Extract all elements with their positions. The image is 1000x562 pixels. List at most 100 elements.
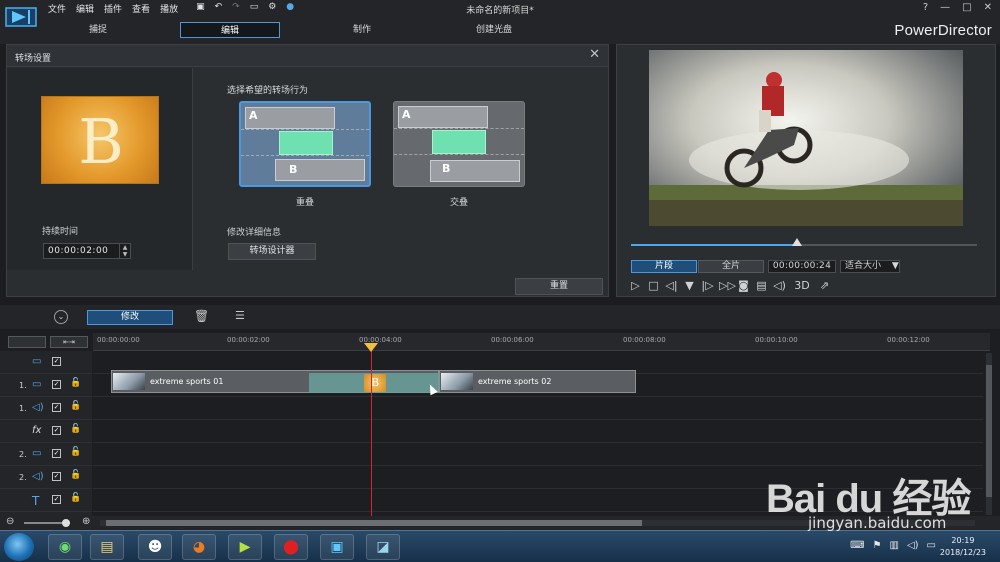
aspect-ratio-icon[interactable]: ▭ <box>250 2 259 16</box>
track-lane[interactable] <box>93 397 983 420</box>
overlap-option-label: 重叠 <box>295 198 314 208</box>
next-frame-icon[interactable]: |▷ <box>701 279 714 292</box>
tab-create-disc[interactable]: 创建光盘 <box>444 22 544 38</box>
divider <box>241 155 369 156</box>
zoom-in-icon[interactable]: ⊕ <box>82 516 90 527</box>
clip-mode-button[interactable]: 片段 <box>631 260 697 273</box>
playhead[interactable] <box>371 345 372 517</box>
track-enable-checkbox[interactable]: ✓ <box>52 426 61 435</box>
zoom-slider-knob[interactable] <box>62 519 70 527</box>
powerdirector-logo <box>5 7 37 27</box>
menu-plugins[interactable]: 插件 <box>104 2 122 16</box>
notes-icon[interactable]: ◪ <box>366 534 400 560</box>
close-button[interactable]: ✕ <box>984 2 992 13</box>
track-enable-checkbox[interactable]: ✓ <box>52 472 61 481</box>
tab-capture[interactable]: 捕捉 <box>48 22 148 38</box>
save-icon[interactable]: ▣ <box>196 2 205 16</box>
time-ruler[interactable]: 00:00:00:00 00:00:02:00 00:00:04:00 00:0… <box>93 333 990 351</box>
transition-icon[interactable]: B <box>364 374 386 392</box>
lock-icon[interactable]: 🔓 <box>70 424 81 434</box>
track-enable-checkbox[interactable]: ✓ <box>52 403 61 412</box>
help-button[interactable]: ? <box>923 2 928 13</box>
timeline-clip[interactable]: extreme sports 02 <box>439 370 636 393</box>
tab-edit[interactable]: 编辑 <box>180 22 280 38</box>
playhead-handle[interactable] <box>364 343 378 352</box>
lock-icon[interactable]: 🔓 <box>70 447 81 457</box>
ruler-label: 00:00:12:00 <box>887 336 930 344</box>
redo-icon[interactable]: ↷ <box>232 2 240 16</box>
audio-icon[interactable]: ◁) <box>773 279 786 292</box>
keyboard-icon[interactable]: ⌨ <box>850 540 864 551</box>
qq-icon[interactable]: ☻ <box>138 534 172 560</box>
cross-option[interactable]: A B <box>393 101 525 187</box>
menu-edit[interactable]: 编辑 <box>76 2 94 16</box>
watermark-url: jingyan.baidu.com <box>808 514 947 532</box>
3d-label[interactable]: 3D <box>791 279 813 292</box>
fit-timeline-icon[interactable]: ⇤⇥ <box>50 336 88 348</box>
zoom-out-icon[interactable]: ⊖ <box>6 516 14 527</box>
overlap-option[interactable]: A B <box>239 101 371 187</box>
lock-icon[interactable]: 🔓 <box>70 470 81 480</box>
subtitle-icon[interactable]: ▤ <box>755 279 768 292</box>
duration-spinner-icon[interactable]: ▲ ▼ <box>119 244 130 258</box>
marker-icon[interactable]: ▼ <box>683 279 696 292</box>
zoom-select[interactable]: 适合大小 ▼ <box>840 260 900 273</box>
track-enable-checkbox[interactable]: ✓ <box>52 357 61 366</box>
lock-icon[interactable]: 🔓 <box>70 378 81 388</box>
undo-icon[interactable]: ↶ <box>215 2 223 16</box>
scrollbar-thumb[interactable] <box>106 520 642 526</box>
menu-view[interactable]: 查看 <box>132 2 150 16</box>
collapse-icon[interactable]: ⌄ <box>54 310 68 324</box>
ruler-label: 00:00:08:00 <box>623 336 666 344</box>
list-icon[interactable]: ☰ <box>235 309 245 322</box>
menu-playback[interactable]: 播放 <box>160 2 178 16</box>
gear-icon[interactable]: ⚙ <box>268 2 276 16</box>
play-icon[interactable]: ▷ <box>629 279 642 292</box>
duration-field[interactable]: 00:00:02:00 ▲ ▼ <box>43 243 131 259</box>
lock-icon[interactable]: 🔓 <box>70 401 81 411</box>
chat-icon[interactable]: ▭ <box>927 540 936 551</box>
reset-button[interactable]: 重置 <box>515 278 603 295</box>
start-button[interactable] <box>4 533 34 561</box>
clock[interactable]: 20:19 2018/12/23 <box>940 535 986 559</box>
menu-file[interactable]: 文件 <box>48 2 66 16</box>
app-360-icon[interactable]: ◉ <box>48 534 82 560</box>
network-icon[interactable]: ▥ <box>890 540 899 551</box>
prev-frame-icon[interactable]: ◁| <box>665 279 678 292</box>
stop-icon[interactable]: □ <box>647 279 660 292</box>
duration-label: 持续时间 <box>42 227 79 237</box>
fast-forward-icon[interactable]: ▷▷ <box>719 279 736 292</box>
close-icon[interactable]: ✕ <box>589 47 600 62</box>
track-enable-checkbox[interactable]: ✓ <box>52 495 61 504</box>
snapshot-icon[interactable]: ◙ <box>737 279 750 292</box>
firefox-icon[interactable]: ◕ <box>182 534 216 560</box>
timecode-display[interactable]: 00:00:00:24 <box>768 260 836 273</box>
minimize-button[interactable]: — <box>940 2 950 13</box>
playback-controls: ▷ □ ◁| ▼ |▷ ▷▷ ◙ ▤ ◁) 3D ⇗ <box>629 279 831 292</box>
trash-icon[interactable]: 🗑 <box>194 309 209 323</box>
record-icon[interactable]: ⬤ <box>274 534 308 560</box>
tab-produce[interactable]: 制作 <box>312 22 412 38</box>
preview-scrubber[interactable] <box>631 238 977 246</box>
scrubber-handle[interactable] <box>792 238 803 246</box>
movie-mode-button[interactable]: 全片 <box>698 260 764 273</box>
flag-icon[interactable]: ⚑ <box>873 540 882 551</box>
update-icon[interactable]: ● <box>286 2 294 16</box>
track-lane[interactable] <box>93 420 983 443</box>
duration-value[interactable]: 00:00:02:00 <box>48 246 108 256</box>
media-app-icon[interactable]: ▶ <box>228 534 262 560</box>
volume-icon[interactable]: ◁) <box>907 540 919 551</box>
behavior-label: 选择希望的转场行为 <box>227 86 309 96</box>
clip-b-label: B <box>289 163 298 176</box>
baidu-watermark: Bai du 经验 jingyan.baidu.com <box>748 452 988 532</box>
track-enable-checkbox[interactable]: ✓ <box>52 380 61 389</box>
lock-icon[interactable]: 🔓 <box>70 493 81 503</box>
track-enable-checkbox[interactable]: ✓ <box>52 449 61 458</box>
undock-icon[interactable]: ⇗ <box>818 279 831 292</box>
modify-button[interactable]: 修改 <box>87 310 173 325</box>
transition-designer-button[interactable]: 转场设计器 <box>228 243 316 260</box>
maximize-button[interactable]: □ <box>962 2 971 13</box>
powerdirector-taskbar-icon[interactable]: ▣ <box>320 534 354 560</box>
track-manager-button[interactable] <box>8 336 46 348</box>
explorer-icon[interactable]: ▤ <box>90 534 124 560</box>
